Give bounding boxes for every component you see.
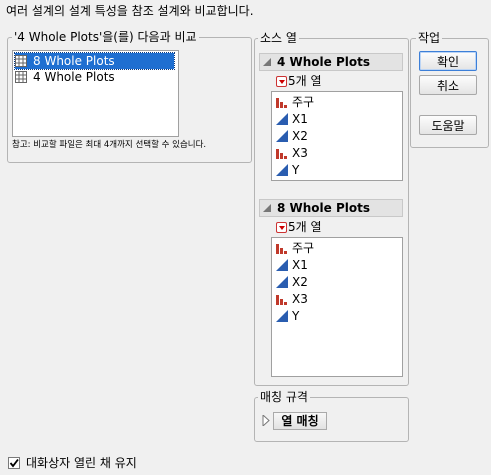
nominal-bar-icon <box>276 244 287 254</box>
red-triangle-menu-icon[interactable] <box>276 76 287 87</box>
column-item[interactable]: Y <box>276 162 299 178</box>
column-label: X3 <box>292 146 308 160</box>
column-count: 5개 열 <box>288 220 322 234</box>
matching-group-legend: 매칭 규격 <box>258 390 310 404</box>
source-panel-8-whole-plots: 8 Whole Plots 5개 열 주구 X1 X2 X3 Y <box>259 199 403 379</box>
column-list[interactable]: 주구 X1 X2 X3 Y <box>271 237 403 377</box>
source-panel-title: 8 Whole Plots <box>277 201 371 215</box>
compare-group-legend: '4 Whole Plots'을(를) 다음과 비교 <box>12 30 199 44</box>
column-item[interactable]: X2 <box>276 274 308 290</box>
nominal-bar-icon <box>276 295 287 305</box>
column-label: X3 <box>292 292 308 306</box>
data-table-icon <box>15 71 27 83</box>
column-item[interactable]: X1 <box>276 257 308 273</box>
column-item[interactable]: X1 <box>276 111 308 127</box>
compare-note: 참고: 비교할 파일은 최대 4개까지 선택할 수 있습니다. <box>12 140 207 150</box>
column-label: X1 <box>292 258 308 272</box>
continuous-triangle-icon <box>276 130 288 142</box>
actions-group-legend: 작업 <box>416 31 443 45</box>
data-table-icon <box>15 55 27 67</box>
checkmark-icon <box>9 458 19 468</box>
compare-listbox[interactable]: 8 Whole Plots 4 Whole Plots <box>12 50 179 137</box>
column-label: 주구 <box>292 95 315 109</box>
column-list[interactable]: 주구 X1 X2 X3 Y <box>271 91 403 181</box>
column-item[interactable]: X2 <box>276 128 308 144</box>
column-label: X1 <box>292 112 308 126</box>
collapse-triangle-icon <box>263 204 271 212</box>
expand-triangle-icon[interactable] <box>262 415 270 426</box>
source-columns-legend: 소스 열 <box>258 31 299 45</box>
red-triangle-menu-icon[interactable] <box>276 222 287 233</box>
source-panel-header[interactable]: 8 Whole Plots <box>259 199 403 217</box>
nominal-bar-icon <box>276 98 287 108</box>
list-item-label: 4 Whole Plots <box>33 70 115 84</box>
column-label: X2 <box>292 129 308 143</box>
column-item[interactable]: 주구 <box>276 94 314 110</box>
continuous-triangle-icon <box>276 113 288 125</box>
column-item[interactable]: X3 <box>276 145 308 161</box>
column-item[interactable]: Y <box>276 308 299 324</box>
list-item-8-whole-plots[interactable]: 8 Whole Plots <box>14 52 175 70</box>
continuous-triangle-icon <box>276 310 288 322</box>
instruction-text: 여러 설계의 설계 특성을 참조 설계와 비교합니다. <box>6 4 254 18</box>
column-label: Y <box>292 309 300 323</box>
actions-group: 확인 취소 도움말 <box>410 38 489 148</box>
keep-open-label: 대화상자 열린 채 유지 <box>26 456 137 470</box>
keep-open-checkbox[interactable] <box>8 457 20 469</box>
source-panel-header[interactable]: 4 Whole Plots <box>259 53 403 71</box>
nominal-bar-icon <box>276 149 287 159</box>
column-label: 주구 <box>292 241 315 255</box>
column-label: X2 <box>292 275 308 289</box>
cancel-button[interactable]: 취소 <box>419 75 477 95</box>
column-count: 5개 열 <box>288 74 322 88</box>
source-panel-4-whole-plots: 4 Whole Plots 5개 열 주구 X1 X2 X3 Y <box>259 53 403 183</box>
collapse-triangle-icon <box>263 58 271 66</box>
source-panel-title: 4 Whole Plots <box>277 55 371 69</box>
continuous-triangle-icon <box>276 276 288 288</box>
column-label: Y <box>292 163 300 177</box>
column-item[interactable]: 주구 <box>276 240 314 256</box>
ok-button[interactable]: 확인 <box>419 51 477 71</box>
help-button[interactable]: 도움말 <box>419 115 477 135</box>
match-columns-button[interactable]: 열 매칭 <box>273 412 327 430</box>
continuous-triangle-icon <box>276 164 288 176</box>
list-item-4-whole-plots[interactable]: 4 Whole Plots <box>15 69 174 85</box>
column-item[interactable]: X3 <box>276 291 308 307</box>
list-item-label: 8 Whole Plots <box>33 54 115 68</box>
continuous-triangle-icon <box>276 259 288 271</box>
